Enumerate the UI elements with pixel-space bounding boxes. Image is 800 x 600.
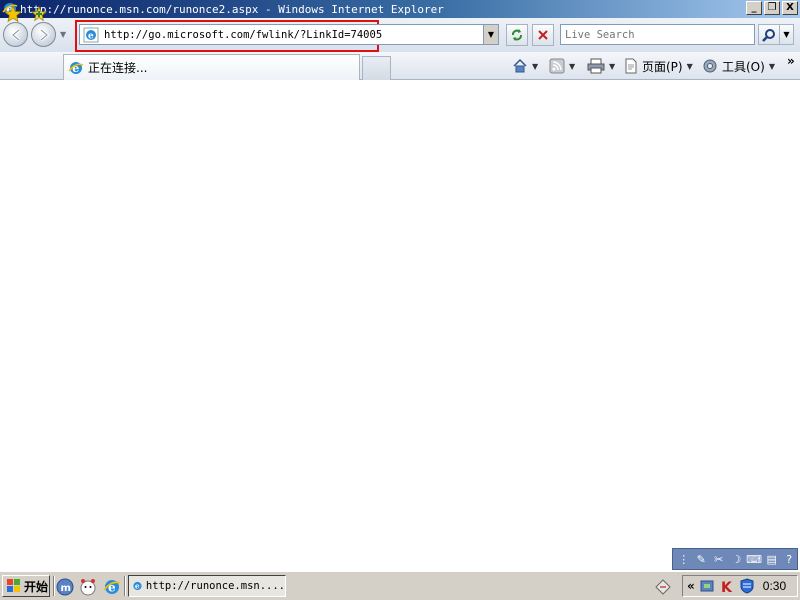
forward-button[interactable] [31,22,56,47]
svg-text:m: m [61,583,71,594]
page-content [0,81,800,548]
page-dropdown-icon[interactable]: ▼ [687,62,693,71]
refresh-icon [512,29,522,41]
address-url: http://go.microsoft.com/fwlink/?LinkId=7… [104,28,383,41]
stop-icon [538,30,548,40]
print-icon [587,58,605,74]
recent-pages-dropdown[interactable]: ▼ [60,30,68,42]
svg-text:e: e [135,582,140,591]
restore-button[interactable]: ❐ [764,1,780,15]
ie-task-icon: e [133,582,142,591]
feeds-button[interactable]: ▼ [549,56,575,76]
search-options-dropdown[interactable]: ▼ [780,24,794,45]
tools-dropdown-icon[interactable]: ▼ [769,62,775,71]
taskbar-separator [124,576,126,596]
address-dropdown[interactable]: ▼ [483,25,498,44]
favorites-star-icon[interactable] [4,5,22,23]
ime-options-icon[interactable]: ▤ [764,551,780,567]
back-button[interactable] [3,22,28,47]
title-bar: e http://runonce.msn.com/runonce2.aspx -… [0,0,800,18]
refresh-button[interactable] [506,24,528,46]
quicklaunch-messenger-icon[interactable] [79,578,97,596]
ime-moon-icon[interactable]: ☽ [729,551,745,567]
tools-gear-icon [703,59,717,73]
minimize-button[interactable]: _ [746,1,762,15]
add-favorite-icon[interactable] [30,5,48,23]
tools-menu-label: 工具(O) [722,59,765,74]
address-bar[interactable]: e http://go.microsoft.com/fwlink/?LinkId… [79,24,499,45]
new-tab-button[interactable] [362,56,391,80]
taskbar-window-label: http://runonce.msn.... [145,580,285,592]
language-bar: ⋮ ✎ ✂ ☽ ⌨ ▤ ? [672,548,798,570]
search-button[interactable] [758,24,780,45]
langbar-grip-icon[interactable]: ⋮ [676,551,692,567]
search-icon [762,28,775,42]
print-button[interactable]: ▼ [587,56,615,76]
ime-mode-icon[interactable]: ✂ [711,551,727,567]
taskbar: 开始 m e e http://runonce.msn.... « K 0:30 [0,571,800,600]
ie-page-icon: e [83,27,99,42]
taskbar-ie-window[interactable]: e http://runonce.msn.... [128,575,286,597]
clock: 0:30 [762,579,787,593]
tray-security-icon[interactable] [699,578,715,594]
tray-shield-icon[interactable] [739,578,755,594]
forward-icon [39,28,49,41]
close-button[interactable]: X [782,1,798,15]
window-title: http://runonce.msn.com/runonce2.aspx - W… [20,2,444,16]
tray-network-icon[interactable] [654,578,672,596]
quicklaunch-m-icon[interactable]: m [56,578,74,596]
feeds-icon [549,58,565,74]
start-label: 开始 [24,579,49,594]
tab-connecting[interactable]: e 正在连接... [63,54,360,80]
quicklaunch-separator [53,576,55,596]
page-menu[interactable]: 页面(P) ▼ [623,56,693,76]
tools-menu[interactable]: 工具(O) ▼ [702,56,775,76]
ime-input-icon[interactable]: ✎ [694,551,710,567]
system-tray: « K 0:30 [682,575,798,597]
home-button[interactable]: ▼ [512,56,538,76]
tray-kaspersky-icon[interactable]: K [719,578,735,594]
print-dropdown-icon[interactable]: ▼ [609,62,615,71]
help-icon[interactable]: ? [781,551,797,567]
search-field[interactable] [560,24,755,45]
more-commands-chevron[interactable]: » [787,54,795,68]
svg-text:K: K [721,580,733,594]
page-menu-label: 页面(P) [642,59,683,74]
back-icon [10,28,20,41]
soft-keyboard-icon[interactable]: ⌨ [746,551,762,567]
search-input[interactable] [565,28,745,41]
ie-tab-icon: e [68,61,84,75]
quicklaunch-ie-icon[interactable]: e [103,578,121,596]
stop-button[interactable] [532,24,554,46]
page-icon [625,58,637,74]
svg-text:e: e [88,31,94,41]
home-dropdown-icon[interactable]: ▼ [532,62,538,71]
start-button[interactable]: 开始 [2,575,50,597]
tray-expand-chevron[interactable]: « [687,579,695,593]
windows-flag-icon [7,579,20,592]
home-icon [513,58,527,73]
feeds-dropdown-icon[interactable]: ▼ [569,62,575,71]
tab-label: 正在连接... [88,61,148,75]
